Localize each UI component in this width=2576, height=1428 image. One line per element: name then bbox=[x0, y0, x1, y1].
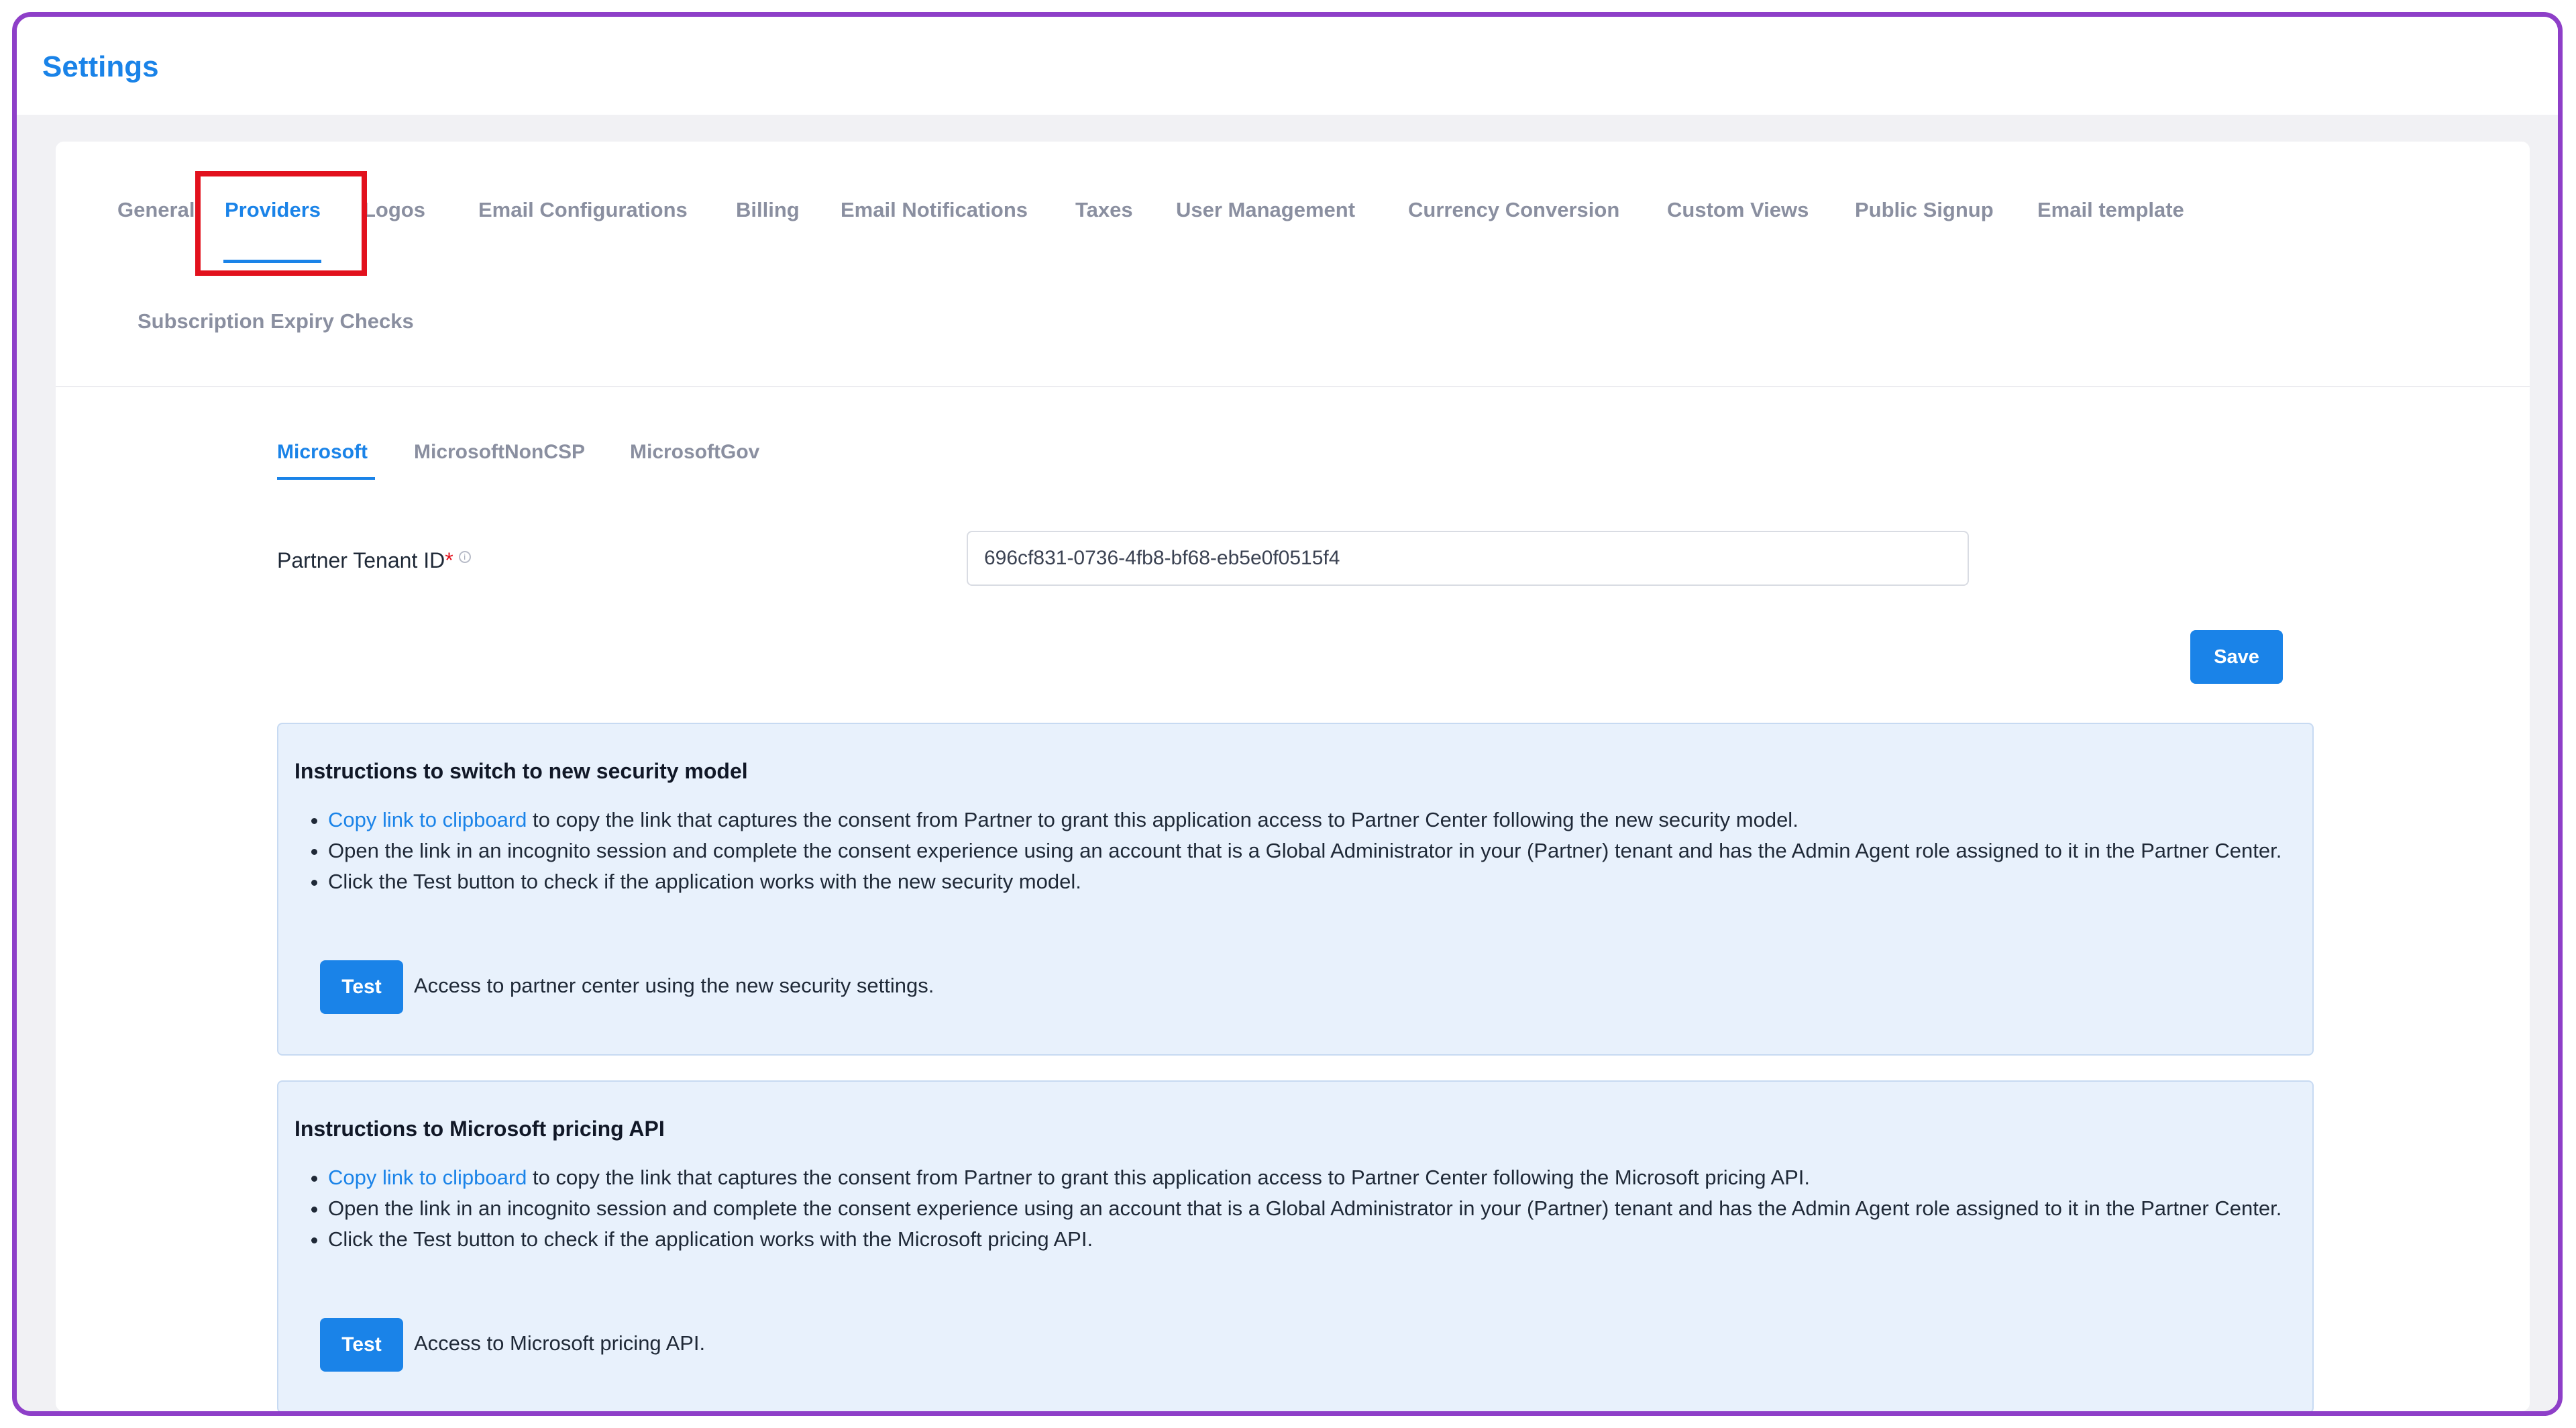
list-item: Click the Test button to check if the ap… bbox=[328, 1224, 2286, 1254]
test-pricing-api-button[interactable]: Test bbox=[320, 1318, 403, 1372]
instruction-list: Copy link to clipboard to copy the link … bbox=[328, 805, 2286, 897]
panel-title: Instructions to switch to new security m… bbox=[294, 759, 748, 783]
pricing-api-instructions-panel: Instructions to Microsoft pricing API Co… bbox=[277, 1080, 2314, 1411]
settings-tabs: General Providers Logos Email Configurat… bbox=[56, 142, 2530, 387]
tab-general[interactable]: General bbox=[117, 198, 195, 222]
list-item: Copy link to clipboard to copy the link … bbox=[328, 1162, 2286, 1192]
list-item-text: to copy the link that captures the conse… bbox=[527, 1166, 1811, 1189]
security-model-instructions-panel: Instructions to switch to new security m… bbox=[277, 723, 2314, 1056]
tab-user-management[interactable]: User Management bbox=[1176, 198, 1355, 222]
tab-email-configurations[interactable]: Email Configurations bbox=[478, 198, 688, 222]
test-description: Access to Microsoft pricing API. bbox=[414, 1331, 706, 1355]
list-item: Click the Test button to check if the ap… bbox=[328, 866, 2286, 897]
providers-tab-highlight bbox=[195, 171, 367, 276]
copy-link-to-clipboard-link[interactable]: Copy link to clipboard bbox=[328, 1166, 527, 1189]
copy-link-to-clipboard-link[interactable]: Copy link to clipboard bbox=[328, 808, 527, 831]
top-bar: Settings bbox=[17, 17, 2558, 115]
tab-public-signup[interactable]: Public Signup bbox=[1855, 198, 1994, 222]
app-window: Settings General Providers Logos Email C… bbox=[12, 12, 2563, 1416]
partner-tenant-id-input[interactable] bbox=[967, 531, 1969, 586]
partner-tenant-id-label-text: Partner Tenant ID bbox=[277, 548, 445, 572]
instruction-list: Copy link to clipboard to copy the link … bbox=[328, 1162, 2286, 1255]
info-circle-icon[interactable]: i bbox=[458, 551, 471, 564]
tab-custom-views[interactable]: Custom Views bbox=[1667, 198, 1809, 222]
tab-email-notifications[interactable]: Email Notifications bbox=[841, 198, 1028, 222]
save-button[interactable]: Save bbox=[2190, 630, 2283, 684]
test-security-model-button[interactable]: Test bbox=[320, 960, 403, 1014]
list-item: Open the link in an incognito session an… bbox=[328, 835, 2286, 866]
subtab-microsoft-gov[interactable]: MicrosoftGov bbox=[630, 441, 759, 464]
tab-logos[interactable]: Logos bbox=[363, 198, 425, 222]
list-item-text: to copy the link that captures the conse… bbox=[527, 808, 1799, 831]
settings-card: General Providers Logos Email Configurat… bbox=[56, 142, 2530, 1411]
required-asterisk: * bbox=[445, 548, 453, 572]
subtab-microsoft[interactable]: Microsoft bbox=[277, 441, 368, 464]
page-title: Settings bbox=[42, 50, 159, 83]
tab-currency-conversion[interactable]: Currency Conversion bbox=[1408, 198, 1619, 222]
list-item: Open the link in an incognito session an… bbox=[328, 1193, 2286, 1223]
subtab-active-indicator bbox=[277, 477, 375, 480]
tab-email-template[interactable]: Email template bbox=[2037, 198, 2184, 222]
tab-billing[interactable]: Billing bbox=[736, 198, 800, 222]
tab-subscription-expiry-checks[interactable]: Subscription Expiry Checks bbox=[138, 309, 414, 334]
tab-taxes[interactable]: Taxes bbox=[1075, 198, 1133, 222]
subtab-microsoft-noncsp[interactable]: MicrosoftNonCSP bbox=[414, 441, 585, 464]
test-description: Access to partner center using the new s… bbox=[414, 974, 934, 997]
content-canvas: General Providers Logos Email Configurat… bbox=[17, 115, 2558, 1411]
list-item: Copy link to clipboard to copy the link … bbox=[328, 805, 2286, 835]
partner-tenant-id-label: Partner Tenant ID* i bbox=[277, 548, 471, 573]
panel-title: Instructions to Microsoft pricing API bbox=[294, 1117, 665, 1141]
